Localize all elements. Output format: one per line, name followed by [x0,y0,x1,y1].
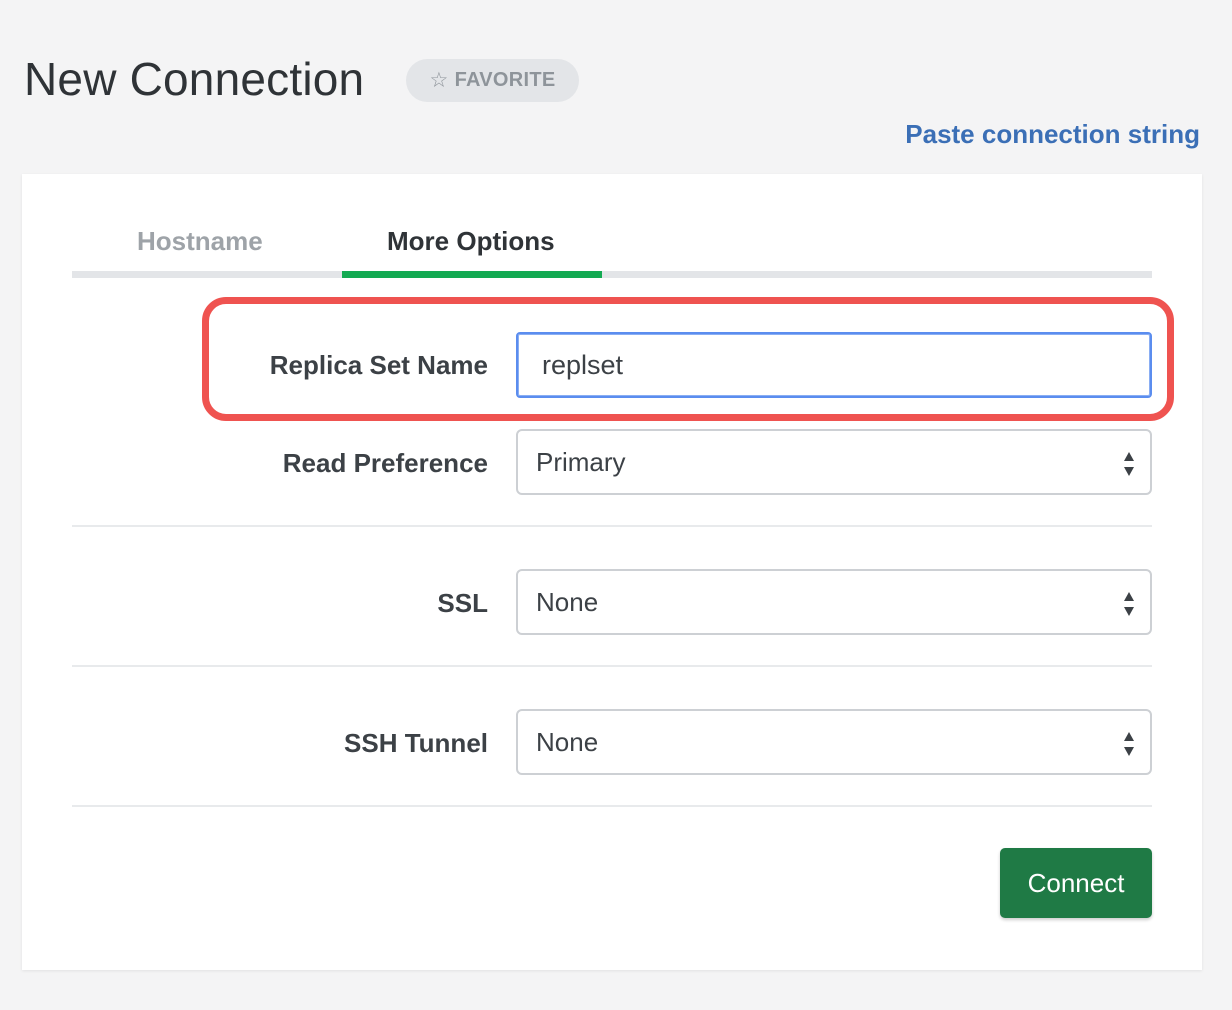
connection-form-card: Hostname More Options Replica Set Name R… [22,174,1202,970]
ssh-tunnel-select[interactable]: None [516,709,1152,775]
tab-more-options[interactable]: More Options [387,226,555,257]
replica-set-name-label: Replica Set Name [269,350,488,380]
page-title: New Connection [24,53,365,105]
active-tab-indicator [342,271,602,278]
ssl-select[interactable]: None [516,569,1152,635]
paste-connection-string-link[interactable]: Paste connection string [905,119,1200,150]
replica-set-name-input[interactable] [516,332,1152,398]
star-outline-icon: ☆ [429,69,449,92]
favorite-label: FAVORITE [454,69,556,91]
ssh-tunnel-value: None [536,727,599,757]
tab-hostname[interactable]: Hostname [137,226,263,257]
ssl-value: None [536,587,599,617]
new-connection-page: New Connection ☆ FAVORITE Paste connecti… [0,0,1232,1010]
read-preference-label: Read Preference [282,448,488,478]
connection-tabs: Hostname More Options [72,174,1152,280]
ssl-label: SSL [437,588,488,618]
sort-arrows-icon [1124,732,1134,756]
tabs-underline [72,271,1152,278]
sort-arrows-icon [1124,592,1134,616]
read-preference-select[interactable]: Primary [516,429,1152,495]
read-preference-value: Primary [536,447,626,477]
connect-button[interactable]: Connect [1000,848,1152,918]
section-divider [72,805,1152,807]
favorite-button[interactable]: ☆ FAVORITE [406,59,579,102]
section-divider [72,665,1152,667]
sort-arrows-icon [1124,452,1134,476]
ssh-tunnel-label: SSH Tunnel [344,728,488,758]
section-divider [72,525,1152,527]
